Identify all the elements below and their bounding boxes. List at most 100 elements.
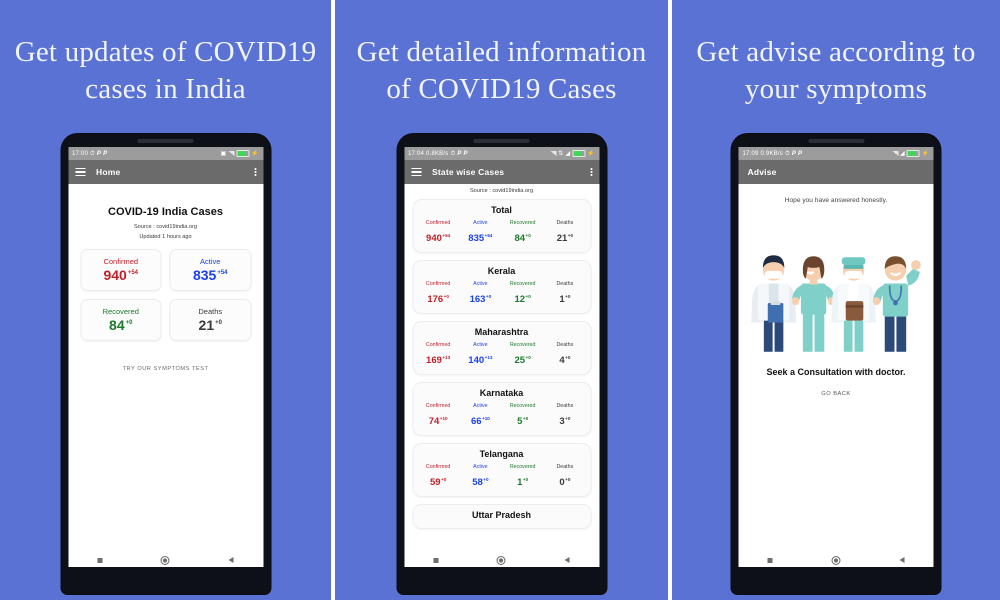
recents-square-icon[interactable] <box>767 557 773 563</box>
stat-value-wrap: 1+0 <box>517 477 528 488</box>
stat-value: 176 <box>427 294 444 305</box>
stat-delta: +0 <box>215 320 222 327</box>
stat-confirmed: Confirmed 176+0 <box>417 281 459 307</box>
screen-2-content[interactable]: Source : covid19india.org Total Confirme… <box>404 184 599 553</box>
stat-recovered: Recovered 1+0 <box>502 464 544 490</box>
panel-1-headline: Get updates of COVID19 cases in India <box>14 36 317 105</box>
stat-card-confirmed[interactable]: Confirmed 940+54 <box>80 249 162 291</box>
stat-active: Active 835+54 <box>459 220 501 246</box>
stat-value-wrap: 58+0 <box>472 477 488 488</box>
stat-value-wrap: 5+0 <box>517 416 528 427</box>
stat-active: Active 66+10 <box>459 403 501 429</box>
stat-delta: +0 <box>525 354 531 360</box>
state-card-karnataka[interactable]: Karnataka Confirmed 74+10 Active 66+10 Rec… <box>412 382 591 436</box>
state-card-kerala[interactable]: Kerala Confirmed 176+0 Active 163+0 Recove… <box>412 260 591 314</box>
symptoms-test-link[interactable]: TRY OUR SYMPTOMS TEST <box>68 366 263 372</box>
go-back-button[interactable]: GO BACK <box>739 391 934 397</box>
state-card-partial[interactable]: Uttar Pradesh <box>412 504 591 529</box>
stat-delta: +13 <box>442 354 451 360</box>
stat-card-deaths[interactable]: Deaths 21+0 <box>169 299 251 341</box>
state-card-total[interactable]: Total Confirmed 940+54 Active 835+54 Recov… <box>412 199 591 253</box>
stat-delta: +54 <box>127 270 139 277</box>
app-bar-title: Advise <box>747 167 777 177</box>
app-bar: Advise <box>738 160 934 184</box>
stat-delta: +54 <box>484 232 493 238</box>
stat-value-wrap: 940+54 <box>426 233 450 244</box>
phone-mockup-3: 17:09 0.9KB/s ⏱ P P ◢ ⚡ Advise Hope you … <box>731 134 941 594</box>
back-triangle-icon[interactable] <box>228 557 234 563</box>
hamburger-menu-icon[interactable] <box>75 167 85 177</box>
source-label: Source : covid19india.org <box>133 224 198 230</box>
promo-panel-3: Get advise according to your symptoms 17… <box>672 0 1000 600</box>
stat-confirmed: Confirmed 169+13 <box>417 342 459 368</box>
recents-square-icon[interactable] <box>433 557 439 563</box>
stat-label: Recovered <box>509 281 536 287</box>
android-nav-bar <box>404 553 599 567</box>
status-time: 17:00 <box>72 150 89 157</box>
stat-delta: +13 <box>484 354 493 360</box>
state-card-maharashtra[interactable]: Maharashtra Confirmed 169+13 Active 140+13… <box>412 321 591 375</box>
app-bar: Home <box>68 160 263 184</box>
stat-deaths: Deaths 4+0 <box>544 342 586 368</box>
state-stats-row: Confirmed 176+0 Active 163+0 Recovered 12+0… <box>417 281 586 307</box>
stat-card-recovered[interactable]: Recovered 84+0 <box>80 299 162 341</box>
screen-3-content: Hope you have answered honestly. Seek a … <box>738 184 934 553</box>
phone-speaker <box>808 139 864 143</box>
doctor-2-figure <box>792 256 836 352</box>
state-name: Uttar Pradesh <box>471 510 532 520</box>
home-circle-icon[interactable] <box>496 555 506 565</box>
source-label: Source : covid19india.org <box>469 188 534 194</box>
stat-label: Deaths <box>198 307 223 316</box>
app-icon-2: P <box>463 150 468 157</box>
stat-value: 21 <box>198 317 215 333</box>
stat-delta: +0 <box>525 232 531 238</box>
panel-3-headline: Get advise according to your symptoms <box>696 36 976 105</box>
stat-value-wrap: 835+54 <box>468 233 492 244</box>
battery-icon <box>236 150 250 157</box>
battery-icon <box>906 150 920 157</box>
stat-label: Active <box>473 464 488 470</box>
stat-label: Active <box>473 281 488 287</box>
stat-value: 940 <box>103 267 127 283</box>
kebab-menu-icon[interactable] <box>254 167 256 177</box>
recents-square-icon[interactable] <box>97 557 103 563</box>
back-triangle-icon[interactable] <box>899 557 905 563</box>
stat-label: Confirmed <box>103 257 139 266</box>
phone-screen-3: 17:09 0.9KB/s ⏱ P P ◢ ⚡ Advise Hope you … <box>738 147 934 567</box>
stat-value-wrap: 4+0 <box>559 355 570 366</box>
state-stats-row: Confirmed 169+13 Active 140+13 Recovered 25… <box>417 342 586 368</box>
stat-label: Active <box>473 220 488 226</box>
signal-icon <box>228 151 235 156</box>
app-icon-2: P <box>103 150 108 157</box>
doctor-1-figure <box>751 255 797 352</box>
stat-label: Active <box>473 403 488 409</box>
stat-card-active[interactable]: Active 835+54 <box>169 249 251 291</box>
status-time: 17:09 <box>742 150 759 157</box>
stat-deaths: Deaths 21+0 <box>544 220 586 246</box>
stat-value: 84 <box>109 317 125 333</box>
state-name: Karnataka <box>479 388 524 398</box>
stat-value-wrap: 25+0 <box>514 355 530 366</box>
phone-speaker <box>473 139 530 143</box>
home-circle-icon[interactable] <box>160 555 170 565</box>
stat-delta: +0 <box>565 293 571 299</box>
app-bar: State wise Cases <box>404 160 599 184</box>
stat-confirmed: Confirmed 59+0 <box>417 464 459 490</box>
stat-value-wrap: 21+0 <box>175 318 247 332</box>
android-nav-bar <box>738 553 934 567</box>
state-card-telangana[interactable]: Telangana Confirmed 59+0 Active 58+0 Recov… <box>412 443 591 497</box>
kebab-menu-icon[interactable] <box>590 167 592 177</box>
charging-icon: ⚡ <box>921 150 930 157</box>
home-circle-icon[interactable] <box>831 555 841 565</box>
stat-value: 59 <box>429 477 441 488</box>
hamburger-menu-icon[interactable] <box>411 167 421 177</box>
wifi-icon: ◢ <box>565 150 571 157</box>
stat-value-wrap: 3+0 <box>559 416 570 427</box>
stat-delta: +0 <box>522 415 529 421</box>
stat-label: Deaths <box>556 403 574 409</box>
signal-icon <box>550 151 557 156</box>
stat-value-wrap: 66+10 <box>471 416 490 427</box>
back-triangle-icon[interactable] <box>564 557 570 563</box>
stat-value: 58 <box>472 477 483 488</box>
stat-delta: +0 <box>125 320 133 327</box>
